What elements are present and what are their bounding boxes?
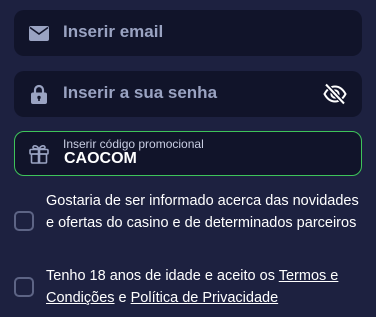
promo-code-input[interactable] xyxy=(64,150,317,168)
terms-consent-row: Tenho 18 anos de idade e aceito os Termo… xyxy=(14,265,364,311)
password-field[interactable] xyxy=(14,71,362,117)
gift-icon xyxy=(28,143,50,165)
marketing-consent-text: Gostaria de ser informado acerca das nov… xyxy=(46,193,359,231)
promo-code-field[interactable]: Inserir código promocional xyxy=(14,131,362,176)
eye-slash-icon[interactable] xyxy=(322,81,348,107)
promo-code-label: Inserir código promocional xyxy=(63,137,204,151)
marketing-consent-checkbox[interactable] xyxy=(14,211,34,231)
registration-form: Inserir código promocional Gostaria de s… xyxy=(0,0,376,317)
terms-connector: e xyxy=(114,290,131,306)
lock-icon xyxy=(28,83,50,105)
privacy-policy-link[interactable]: Política de Privacidade xyxy=(131,290,279,306)
email-field[interactable] xyxy=(14,10,362,56)
terms-consent-text: Tenho 18 anos de idade e aceito os Termo… xyxy=(46,265,364,309)
terms-consent-checkbox[interactable] xyxy=(14,277,34,297)
email-input[interactable] xyxy=(63,22,318,42)
password-input[interactable] xyxy=(63,83,318,103)
terms-text-before: Tenho 18 anos de idade e aceito os xyxy=(46,268,279,284)
envelope-icon xyxy=(28,22,50,44)
marketing-consent-row: Gostaria de ser informado acerca das nov… xyxy=(14,190,364,256)
